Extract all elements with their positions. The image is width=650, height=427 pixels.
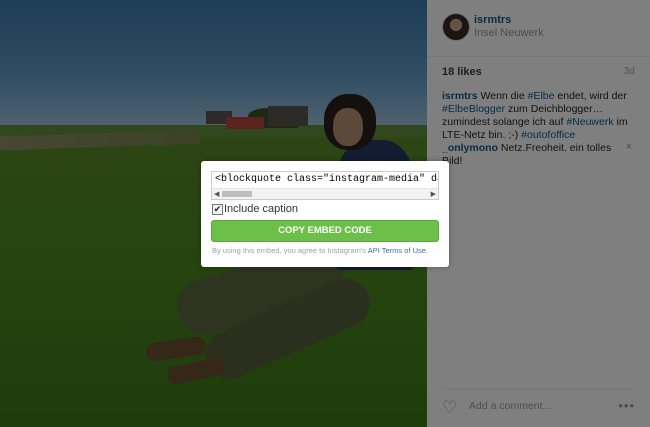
scroll-right-icon[interactable]: ▶ — [431, 190, 436, 198]
terms-text: By using this embed, you agree to Instag… — [212, 246, 368, 255]
horizontal-scrollbar[interactable]: ◀ ▶ — [212, 188, 438, 199]
include-caption-label[interactable]: Include caption — [224, 203, 298, 215]
scroll-left-icon[interactable]: ◀ — [214, 190, 219, 198]
embed-code-field[interactable]: <blockquote class="instagram-media" data… — [211, 171, 439, 200]
api-terms-link[interactable]: API Terms of Use — [368, 246, 426, 255]
terms-end: . — [425, 246, 428, 255]
copy-embed-code-button[interactable]: COPY EMBED CODE — [211, 220, 439, 242]
embed-modal: <blockquote class="instagram-media" data… — [201, 161, 449, 267]
scroll-thumb[interactable] — [222, 191, 252, 197]
include-caption-checkbox[interactable]: ✔ — [212, 204, 223, 215]
embed-code-text[interactable]: <blockquote class="instagram-media" data… — [215, 174, 438, 185]
terms-notice: By using this embed, you agree to Instag… — [212, 246, 428, 255]
